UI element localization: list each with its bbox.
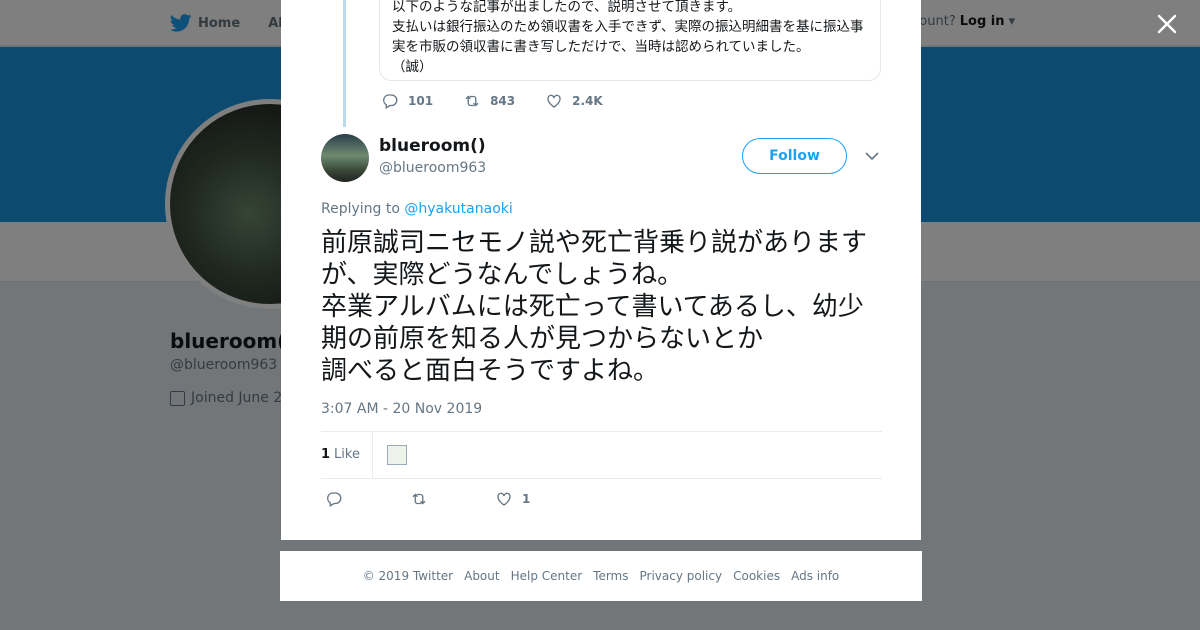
reply-icon <box>327 492 342 507</box>
likes-stat[interactable]: 1 Like <box>321 432 373 478</box>
reply-count: 101 <box>408 94 434 108</box>
follow-button[interactable]: Follow <box>742 138 847 174</box>
like-action[interactable]: 2.4K <box>545 92 603 110</box>
tweet-modal: 以下のような記事が出ましたので、説明させて頂きます。 支払いは銀行振込のため領収… <box>281 0 921 540</box>
close-icon <box>1157 14 1177 34</box>
replying-prefix: Replying to <box>321 201 400 217</box>
author-handle[interactable]: @blueroom963 <box>379 160 486 176</box>
tweet-timestamp[interactable]: 3:07 AM - 20 Nov 2019 <box>321 401 482 417</box>
quoted-tweet-card[interactable]: 以下のような記事が出ましたので、説明させて頂きます。 支払いは銀行振込のため領収… <box>379 0 881 81</box>
reply-icon <box>383 94 398 109</box>
close-modal-button[interactable] <box>1154 12 1180 38</box>
footer-about-link[interactable]: About <box>464 569 499 583</box>
author-name[interactable]: blueroom() <box>379 136 486 156</box>
tweet-like-count: 1 <box>522 492 531 506</box>
retweet-icon <box>465 95 479 107</box>
author-avatar[interactable] <box>321 134 369 182</box>
likes-stat-label: Like <box>334 447 360 462</box>
tweet-stats: 1 Like <box>321 431 882 479</box>
liker-avatar[interactable] <box>386 445 407 465</box>
modal-footer: © 2019 Twitter About Help Center Terms P… <box>280 551 922 601</box>
previous-tweet-actions: 101 843 2.4K <box>381 92 633 110</box>
tweet-actions: 1 <box>325 490 588 508</box>
chevron-down-icon[interactable] <box>865 150 879 162</box>
retweet-action[interactable]: 843 <box>463 92 515 110</box>
footer-cookies-link[interactable]: Cookies <box>733 569 780 583</box>
tweet-retweet-action[interactable] <box>410 490 437 508</box>
footer-terms-link[interactable]: Terms <box>593 569 628 583</box>
footer-help-center-link[interactable]: Help Center <box>511 569 583 583</box>
footer-copyright: © 2019 Twitter <box>362 569 454 583</box>
like-count: 2.4K <box>572 94 603 108</box>
thread-connector-line <box>343 0 346 127</box>
tweet-like-action[interactable]: 1 <box>495 490 530 508</box>
quoted-tweet-text: 以下のような記事が出ましたので、説明させて頂きます。 支払いは銀行振込のため領収… <box>392 0 864 75</box>
replying-to-link[interactable]: @hyakutanaoki <box>404 201 512 217</box>
heart-icon <box>497 492 511 506</box>
footer-ads-info-link[interactable]: Ads info <box>791 569 839 583</box>
retweet-icon <box>412 493 426 505</box>
reply-action[interactable]: 101 <box>381 92 433 110</box>
tweet-text: 前原誠司ニセモノ説や死亡背乗り説がありますが、実際どうなんでしょうね。 卒業アル… <box>321 228 868 386</box>
footer-privacy-link[interactable]: Privacy policy <box>640 569 723 583</box>
replying-to: Replying to @hyakutanaoki <box>321 201 513 217</box>
retweet-count: 843 <box>490 94 516 108</box>
tweet-reply-action[interactable] <box>325 490 352 508</box>
likes-stat-count: 1 <box>321 447 331 462</box>
heart-icon <box>547 94 561 108</box>
